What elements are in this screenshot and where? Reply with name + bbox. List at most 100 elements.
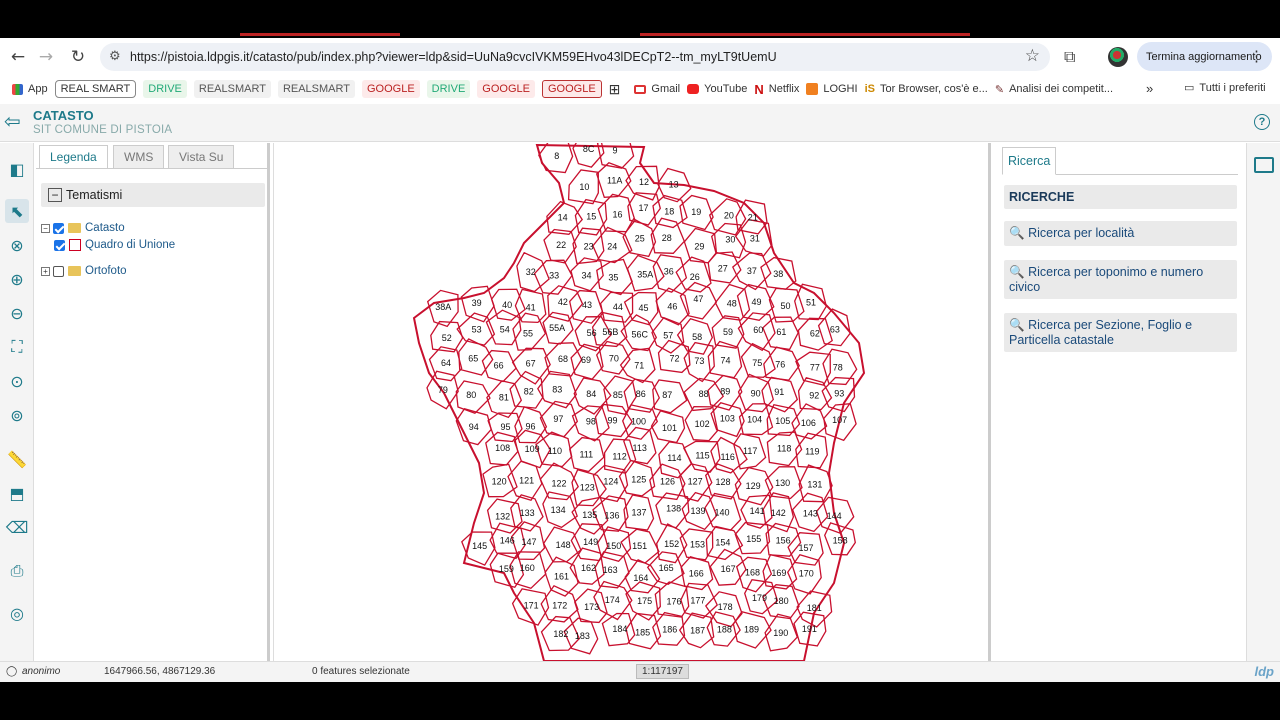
parcel-label: 116	[721, 452, 735, 462]
polygon-symbol-icon	[69, 239, 81, 251]
layer-ortofoto[interactable]: + Ortofoto	[41, 265, 127, 277]
search-by-locality[interactable]: 🔍 Ricerca per località	[1004, 221, 1237, 246]
search-by-address[interactable]: 🔍 Ricerca per toponimo e numero civico	[1004, 260, 1237, 299]
expand-icon[interactable]: +	[41, 266, 50, 276]
tab-legenda[interactable]: Legenda	[39, 145, 108, 169]
extensions-icon[interactable]: ⧉	[1064, 47, 1075, 67]
zoom-in-icon[interactable]: ⊕	[5, 267, 29, 291]
eraser-icon[interactable]: ⌫	[5, 515, 29, 539]
bookmark-analisi[interactable]: ✎ Analisi dei competit...	[995, 80, 1113, 98]
bookmarks-more[interactable]: »	[1146, 81, 1153, 96]
url-bar[interactable]: ⚙ https://pistoia.ldpgis.it/catasto/pub/…	[100, 43, 1050, 71]
bookmark-netflix[interactable]: N Netflix	[754, 80, 799, 98]
parcel-label: 50	[780, 301, 790, 311]
bookmark-tor[interactable]: iS Tor Browser, cos'è e...	[865, 80, 988, 98]
parcel-label: 11A	[607, 175, 622, 185]
zoom-extent-icon[interactable]: ⛶	[5, 335, 29, 359]
collapse-icon[interactable]: −	[41, 223, 50, 233]
zoom-out-icon[interactable]: ⊖	[5, 301, 29, 325]
toggle-panel-icon[interactable]: ◧	[5, 157, 29, 181]
reload-icon[interactable]: ↻	[64, 43, 92, 71]
parcel-label: 141	[750, 506, 765, 516]
bookmark-gmail[interactable]: Gmail	[634, 80, 680, 98]
bookmark-label: Netflix	[768, 83, 800, 95]
layer-quadro-di-unione[interactable]: Quadro di Unione	[54, 239, 175, 251]
bookmark-google-2[interactable]: GOOGLE	[477, 80, 535, 98]
tematismi-header[interactable]: − Tematismi	[41, 183, 265, 207]
folder-icon	[68, 223, 81, 233]
toggle-right-panel-icon[interactable]	[1254, 157, 1274, 173]
zoom-next-icon[interactable]: ⊚	[5, 403, 29, 427]
tab-vista-su[interactable]: Vista Su	[168, 145, 235, 169]
parcel-label: 174	[605, 595, 620, 605]
legend-panel: Legenda WMS Vista Su − Tematismi − Catas…	[36, 143, 270, 661]
zoom-previous-icon[interactable]: ⊙	[5, 369, 29, 393]
parcel-label: 173	[584, 602, 599, 612]
profile-avatar[interactable]	[1108, 47, 1128, 67]
parcel-label: 182	[553, 629, 568, 639]
update-button[interactable]: Termina aggiornamento ⋮	[1137, 42, 1272, 71]
parcel-label: 165	[659, 563, 674, 573]
catasto-checkbox[interactable]	[53, 222, 64, 234]
ortofoto-checkbox[interactable]	[53, 265, 64, 277]
apps-grid-icon[interactable]: ⊞	[609, 80, 621, 98]
site-info-icon[interactable]: ⚙	[109, 49, 121, 64]
parcel-label: 77	[810, 363, 820, 373]
locate-icon[interactable]: ◎	[5, 601, 29, 625]
select-pointer-icon[interactable]: ⬉	[5, 199, 29, 223]
quadro-checkbox[interactable]	[54, 239, 65, 251]
map-canvas[interactable]: 8 8C 9 10 11A 12 13 14 15 16 17 18 19 20 21 22 23 24 25 28 2…	[273, 143, 991, 661]
bookmark-realsmart[interactable]: REALSMART	[193, 80, 271, 98]
bookmark-real-smart[interactable]: REAL SMART	[54, 80, 137, 98]
parcel-label: 180	[774, 596, 789, 606]
parcel-label: 184	[612, 624, 627, 634]
parcel-label: 160	[520, 563, 535, 573]
print-icon[interactable]: ⎙	[5, 559, 29, 583]
bookmark-apps[interactable]: App	[12, 80, 48, 98]
search-by-parcel[interactable]: 🔍 Ricerca per Sezione, Foglio e Particel…	[1004, 313, 1237, 352]
cadastral-map[interactable]: 8 8C 9 10 11A 12 13 14 15 16 17 18 19 20 21 22 23 24 25 28 2…	[274, 143, 991, 661]
bookmark-label: DRIVE	[148, 83, 182, 95]
bookmark-star-icon[interactable]: ☆	[1025, 46, 1040, 66]
parcel-label: 41	[526, 303, 536, 313]
measure-ruler-icon[interactable]: 📏	[5, 447, 29, 471]
parcel-label: 135	[582, 510, 597, 520]
parcel-label: 144	[827, 511, 842, 521]
tab-wms[interactable]: WMS	[113, 145, 165, 169]
tab-ricerca[interactable]: Ricerca	[1002, 147, 1057, 175]
forward-arrow-icon[interactable]: →	[32, 43, 60, 71]
parcel-label: 66	[494, 360, 504, 370]
layer-catasto[interactable]: − Catasto	[41, 222, 125, 234]
bookmark-youtube[interactable]: YouTube	[687, 80, 747, 98]
exit-icon[interactable]: ⇦	[4, 109, 21, 133]
parcel-label: 89	[720, 386, 730, 396]
bookmark-drive[interactable]: DRIVE	[143, 80, 187, 98]
parcel-label: 32	[526, 267, 536, 277]
parcel-label: 22	[556, 240, 566, 250]
bookmark-google[interactable]: GOOGLE	[361, 80, 420, 98]
parcel-label: 69	[581, 355, 591, 365]
parcel-label: 10	[579, 182, 589, 192]
parcel-label: 37	[747, 266, 757, 276]
bookmark-realsmart-2[interactable]: REALSMART	[277, 80, 355, 98]
parcel-label: 19	[691, 207, 701, 217]
parcel-label: 71	[634, 360, 644, 370]
collapse-icon[interactable]: −	[48, 188, 62, 202]
measure-area-icon[interactable]: ⬒	[5, 481, 29, 505]
parcel-label: 12	[639, 177, 649, 187]
map-toolbar: ◧ ⬉ ⊗ ⊕ ⊖ ⛶ ⊙ ⊚ 📏 ⬒ ⌫ ⎙ ◎	[0, 143, 34, 661]
parcel-label: 156	[776, 535, 791, 545]
scale-display[interactable]: 1:117197	[636, 664, 689, 679]
clear-selection-icon[interactable]: ⊗	[5, 233, 29, 257]
bookmark-google-3[interactable]: GOOGLE	[541, 80, 602, 98]
menu-dots-icon[interactable]: ⋮	[1249, 47, 1264, 65]
back-arrow-icon[interactable]: ←	[4, 43, 32, 71]
parcel-label: 185	[635, 627, 650, 637]
all-bookmarks[interactable]: ▭ Tutti i preferiti	[1184, 81, 1266, 94]
bookmark-loghi[interactable]: LOGHI	[806, 80, 858, 98]
parcel-label: 187	[690, 626, 705, 636]
bookmark-drive-2[interactable]: DRIVE	[426, 80, 471, 98]
parcel-label: 104	[747, 415, 762, 425]
help-icon[interactable]: ?	[1254, 114, 1270, 130]
bookmark-label: GOOGLE	[547, 83, 596, 95]
